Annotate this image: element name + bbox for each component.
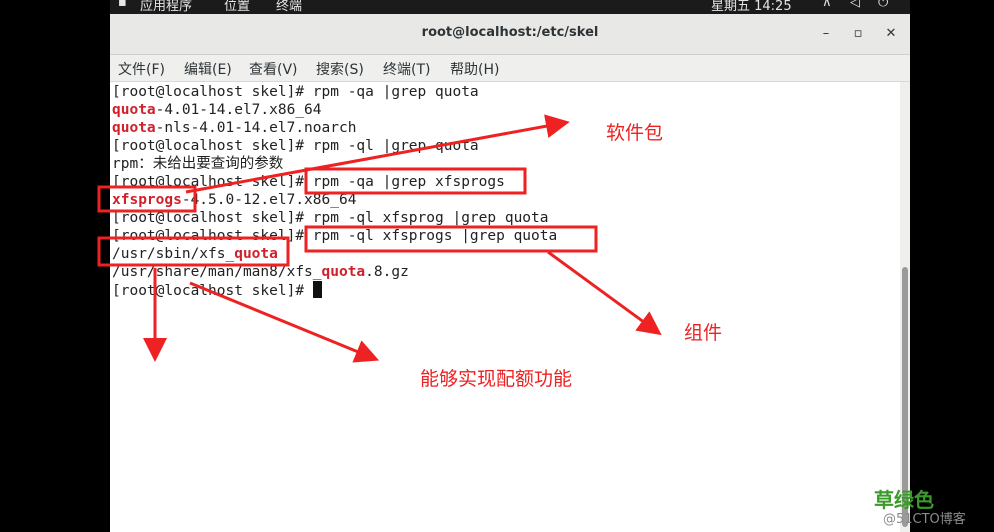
highlight-box-xfsprogs (97, 185, 197, 213)
arrow-to-component (547, 250, 662, 336)
arrow-to-quota-label (189, 281, 380, 363)
highlight-box-rpm-qa (304, 167, 527, 195)
annotation-overlay (97, 114, 662, 363)
highlight-box-rpm-ql (304, 225, 598, 253)
annotation-quota-function: 能够实现配额功能 (420, 368, 573, 390)
highlight-box-xfs-quota (97, 236, 290, 267)
watermark-site: @51CTO博客 (883, 512, 966, 527)
arrow-to-package (185, 114, 570, 194)
annotation-package: 软件包 (606, 122, 664, 144)
annotation-component: 组件 (684, 322, 723, 344)
